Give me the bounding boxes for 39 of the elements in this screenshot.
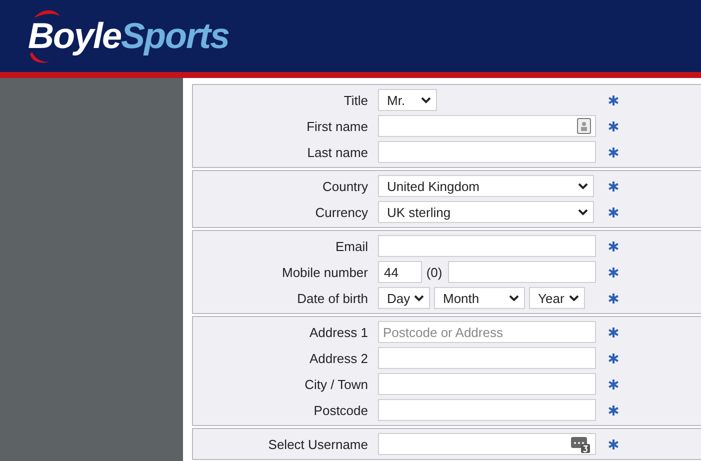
field-label: First name (306, 118, 368, 134)
field-label: Address 2 (308, 350, 368, 366)
dropdown[interactable]: Month (434, 287, 525, 309)
dropdown[interactable]: Day (378, 287, 430, 309)
text-field[interactable] (378, 141, 596, 163)
field-label: Country (321, 178, 368, 194)
text-field[interactable] (378, 373, 596, 395)
text-field[interactable] (378, 115, 596, 137)
text-field[interactable] (378, 235, 596, 257)
caret-icon[interactable] (414, 294, 424, 302)
field-label: Currency (314, 204, 368, 220)
dropdown[interactable]: UK sterling (378, 201, 594, 223)
text-field[interactable] (378, 399, 596, 421)
brand-logo[interactable]: BoyleSports (28, 6, 230, 66)
dropdown[interactable]: Year (529, 287, 585, 309)
text-field[interactable] (448, 261, 596, 283)
trunk-prefix: (0) (426, 264, 444, 280)
text-field[interactable] (378, 433, 596, 455)
text-field[interactable] (378, 347, 596, 369)
caret-icon[interactable] (578, 182, 588, 190)
contact-card-icon[interactable] (577, 118, 591, 134)
caret-icon[interactable] (569, 294, 579, 302)
field-label: Address 1 (308, 324, 368, 340)
dropdown[interactable]: Mr. (378, 89, 437, 111)
dropdown[interactable]: United Kingdom (378, 175, 594, 197)
field-label: Email (334, 238, 368, 254)
text-field[interactable]: Postcode or Address (378, 321, 596, 343)
text-field[interactable]: 44 (378, 261, 422, 283)
field-label: Title (342, 92, 368, 108)
field-label: Select Username (267, 436, 368, 452)
caret-icon[interactable] (421, 96, 431, 104)
caret-icon[interactable] (509, 294, 519, 302)
password-dots-icon[interactable] (571, 435, 591, 453)
field-label: Date of birth (296, 290, 368, 306)
field-label: Mobile number (281, 264, 368, 280)
field-label: Last name (306, 144, 368, 160)
field-label: Postcode (312, 402, 368, 418)
field-label: City / Town (304, 376, 368, 392)
caret-icon[interactable] (578, 208, 588, 216)
